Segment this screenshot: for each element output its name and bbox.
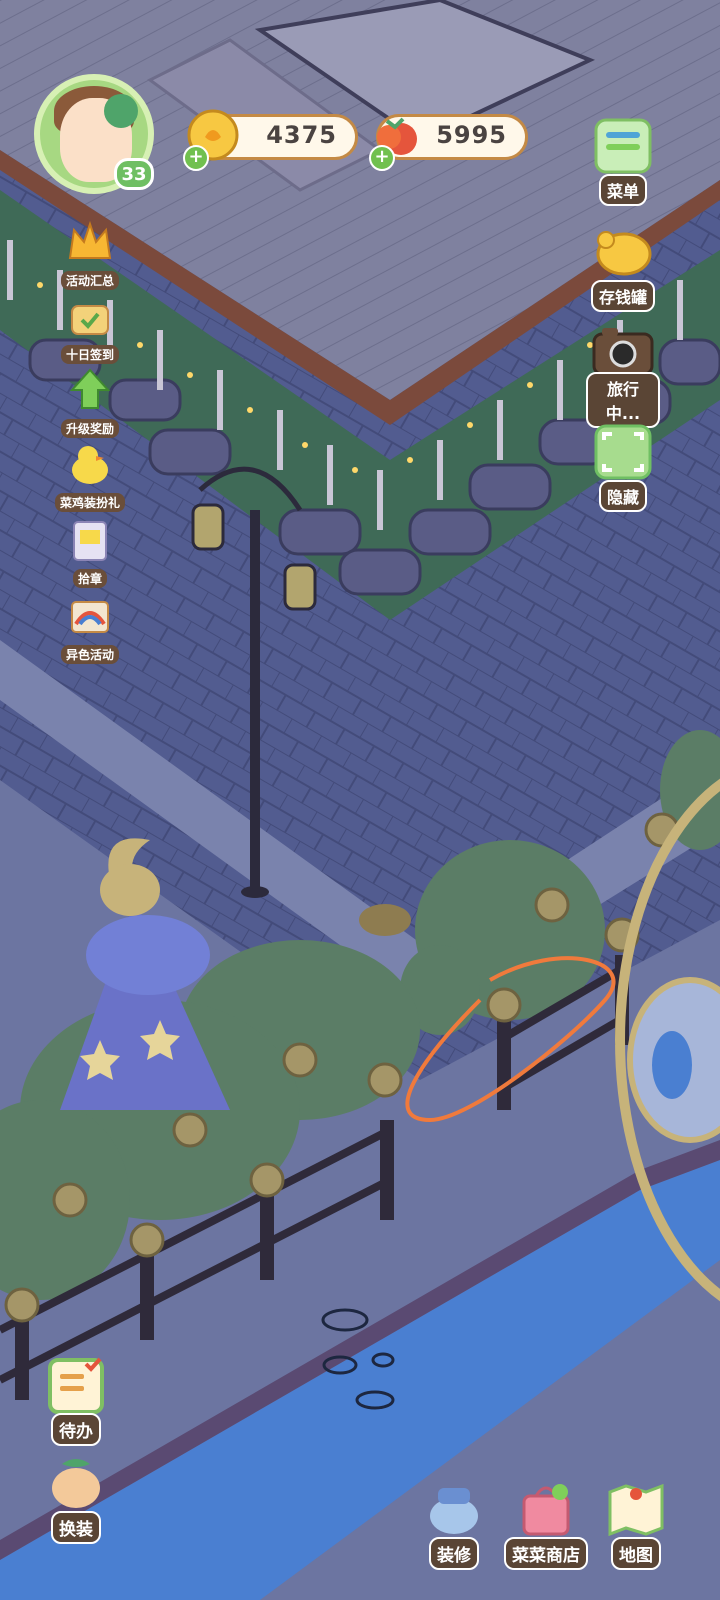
todo-button[interactable]: 待办 [34, 1352, 118, 1446]
level-reward-label: 升级奖励 [60, 419, 119, 438]
sticker-collection-label: 拾章 [72, 569, 107, 588]
dress-up-icon [52, 1459, 100, 1508]
dress-up-button[interactable]: 换装 [34, 1450, 118, 1544]
event-summary-label: 活动汇总 [60, 271, 119, 290]
decorate-button[interactable]: 装修 [412, 1476, 496, 1570]
vegetable-counter[interactable]: + 5995 [369, 114, 528, 171]
menu-button[interactable]: 菜单 [586, 112, 660, 206]
add-coins-icon[interactable]: + [183, 145, 209, 171]
dress-up-label: 换装 [51, 1511, 101, 1544]
ten-day-checkin-button[interactable]: 十日签到 [50, 292, 130, 364]
menu-list-icon [594, 118, 652, 174]
piggy-bank-icon [596, 231, 652, 276]
crown-icon [68, 220, 112, 259]
hide-ui-label: 隐藏 [598, 480, 647, 512]
sticker-collection-button[interactable]: 拾章 [50, 516, 130, 588]
clover-icon [104, 94, 138, 128]
chick-outfit-gift-button[interactable]: 菜鸡装扮礼 [50, 440, 130, 512]
piggy-bank-button[interactable]: 存钱罐 [586, 218, 660, 312]
level-up-arrow-icon [69, 368, 111, 409]
map-icon [608, 1483, 664, 1537]
level-badge: 33 [114, 158, 154, 190]
level-reward-button[interactable]: 升级奖励 [50, 366, 130, 438]
leaf-pile [359, 904, 411, 936]
yellow-chick-icon [72, 446, 108, 484]
map-button[interactable]: 地图 [594, 1476, 678, 1570]
color-variant-event-button[interactable]: 异色活动 [50, 592, 130, 664]
sticker-book-icon [73, 521, 107, 561]
piggy-bank-label: 存钱罐 [590, 280, 655, 312]
event-summary-button[interactable]: 活动汇总 [50, 218, 130, 290]
add-vegetables-icon[interactable]: + [369, 145, 395, 171]
color-variant-event-label: 异色活动 [60, 645, 119, 664]
coin-amount: 4375 [266, 121, 337, 149]
ten-day-checkin-label: 十日签到 [60, 345, 119, 364]
hide-ui-button[interactable]: 隐藏 [586, 418, 660, 512]
shop-bag-icon [522, 1484, 570, 1536]
todo-label: 待办 [51, 1413, 101, 1446]
shop-label: 菜菜商店 [504, 1537, 588, 1570]
coin-counter[interactable]: + 4375 [183, 109, 358, 171]
map-label: 地图 [611, 1537, 661, 1570]
decorate-label: 装修 [429, 1537, 479, 1570]
todo-calendar-icon [48, 1357, 104, 1414]
decorate-duck-icon [430, 1488, 478, 1534]
traveling-button[interactable]: 旅行中... [586, 318, 660, 428]
shop-button[interactable]: 菜菜商店 [500, 1476, 592, 1570]
vegetable-amount: 5995 [436, 121, 507, 149]
menu-label: 菜单 [598, 174, 647, 206]
rainbow-card-icon [71, 601, 109, 633]
checkin-basket-icon [71, 305, 109, 335]
chick-outfit-gift-label: 菜鸡装扮礼 [54, 493, 125, 512]
hide-frame-icon [594, 424, 652, 480]
